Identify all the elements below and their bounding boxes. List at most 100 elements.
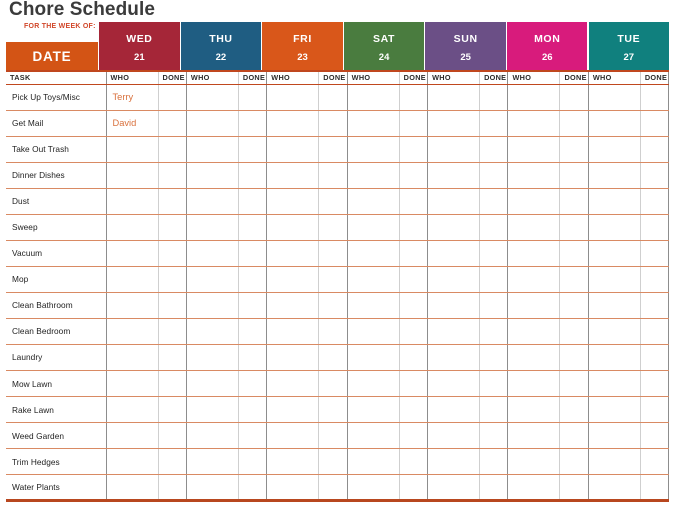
who-cell-fri[interactable] [266,422,319,450]
done-checkbox-cell-sun[interactable] [479,84,508,111]
done-checkbox-cell-tue[interactable] [639,240,670,267]
done-checkbox-cell-tue[interactable] [639,422,670,450]
done-checkbox-cell-tue[interactable] [639,188,670,215]
done-checkbox-cell-mon[interactable] [559,422,589,450]
who-cell-tue[interactable] [587,214,641,241]
who-cell-wed[interactable] [105,318,158,345]
who-cell-sun[interactable] [427,110,480,137]
who-cell-thu[interactable] [185,136,239,163]
done-checkbox-cell-sun[interactable] [479,162,508,189]
done-checkbox-cell-mon[interactable] [559,318,589,345]
done-checkbox-cell-wed[interactable] [157,344,187,372]
done-checkbox-cell-sun[interactable] [479,448,508,476]
who-cell-wed[interactable] [105,136,158,163]
who-cell-sun[interactable] [427,370,480,398]
day-header-mon[interactable]: MON 26 [507,22,588,70]
done-checkbox-cell-wed[interactable] [157,448,187,476]
done-checkbox-cell-fri[interactable] [318,162,348,189]
done-checkbox-cell-sun[interactable] [479,266,508,293]
who-cell-sat[interactable] [346,240,400,267]
who-cell-mon[interactable] [507,84,560,111]
done-checkbox-cell-tue[interactable] [639,370,670,398]
done-checkbox-cell-sat[interactable] [398,292,428,319]
done-checkbox-cell-tue[interactable] [639,474,670,503]
done-checkbox-cell-sat[interactable] [398,344,428,372]
who-cell-sat[interactable] [346,292,400,319]
done-checkbox-cell-sat[interactable] [398,396,428,424]
who-cell-fri[interactable] [266,84,319,111]
who-cell-wed[interactable] [105,292,158,319]
who-cell-mon[interactable] [507,344,560,372]
who-cell-sun[interactable] [427,84,480,111]
done-checkbox-cell-mon[interactable] [559,266,589,293]
done-checkbox-cell-mon[interactable] [559,188,589,215]
date-input-cell[interactable]: DATE [6,42,98,70]
who-cell-fri[interactable] [266,344,319,372]
done-checkbox-cell-tue[interactable] [639,292,670,319]
who-cell-sun[interactable] [427,422,480,450]
done-checkbox-cell-sat[interactable] [398,422,428,450]
who-cell-sun[interactable] [427,448,480,476]
done-checkbox-cell-sun[interactable] [479,292,508,319]
who-cell-sat[interactable] [346,110,400,137]
done-checkbox-cell-thu[interactable] [237,396,267,424]
who-cell-thu[interactable] [185,318,239,345]
done-checkbox-cell-mon[interactable] [559,370,589,398]
done-checkbox-cell-wed[interactable] [157,370,187,398]
who-cell-tue[interactable] [587,110,641,137]
who-cell-thu[interactable] [185,396,239,424]
done-checkbox-cell-sun[interactable] [479,474,508,503]
who-cell-wed[interactable] [105,422,158,450]
who-cell-wed[interactable] [105,448,158,476]
who-cell-tue[interactable] [587,370,641,398]
done-checkbox-cell-wed[interactable] [157,422,187,450]
done-checkbox-cell-fri[interactable] [318,396,348,424]
who-cell-fri[interactable] [266,370,319,398]
who-cell-tue[interactable] [587,292,641,319]
done-checkbox-cell-sun[interactable] [479,422,508,450]
who-cell-sat[interactable] [346,84,400,111]
who-cell-tue[interactable] [587,318,641,345]
who-cell-tue[interactable] [587,266,641,293]
done-checkbox-cell-wed[interactable] [157,240,187,267]
done-checkbox-cell-thu[interactable] [237,84,267,111]
done-checkbox-cell-wed[interactable] [157,266,187,293]
who-cell-fri[interactable] [266,474,319,503]
who-cell-wed[interactable] [105,474,158,503]
done-checkbox-cell-thu[interactable] [237,110,267,137]
who-cell-mon[interactable] [507,188,560,215]
who-cell-mon[interactable] [507,240,560,267]
who-cell-wed[interactable]: Terry [105,84,158,111]
who-cell-tue[interactable] [587,422,641,450]
done-checkbox-cell-sat[interactable] [398,318,428,345]
who-cell-mon[interactable] [507,318,560,345]
who-cell-fri[interactable] [266,292,319,319]
done-checkbox-cell-tue[interactable] [639,396,670,424]
done-checkbox-cell-fri[interactable] [318,188,348,215]
who-cell-sat[interactable] [346,214,400,241]
who-cell-mon[interactable] [507,370,560,398]
who-cell-tue[interactable] [587,188,641,215]
done-checkbox-cell-fri[interactable] [318,240,348,267]
done-checkbox-cell-sat[interactable] [398,84,428,111]
who-cell-mon[interactable] [507,214,560,241]
done-checkbox-cell-thu[interactable] [237,136,267,163]
who-cell-sat[interactable] [346,318,400,345]
who-cell-thu[interactable] [185,188,239,215]
done-checkbox-cell-mon[interactable] [559,162,589,189]
who-cell-wed[interactable] [105,344,158,372]
who-cell-mon[interactable] [507,422,560,450]
day-header-tue[interactable]: TUE 27 [588,22,669,70]
who-cell-wed[interactable] [105,162,158,189]
who-cell-fri[interactable] [266,188,319,215]
who-cell-fri[interactable] [266,110,319,137]
done-checkbox-cell-mon[interactable] [559,474,589,503]
who-cell-mon[interactable] [507,448,560,476]
done-checkbox-cell-tue[interactable] [639,266,670,293]
done-checkbox-cell-thu[interactable] [237,318,267,345]
done-checkbox-cell-wed[interactable] [157,84,187,111]
who-cell-thu[interactable] [185,474,239,503]
done-checkbox-cell-fri[interactable] [318,474,348,503]
done-checkbox-cell-wed[interactable] [157,110,187,137]
who-cell-tue[interactable] [587,448,641,476]
